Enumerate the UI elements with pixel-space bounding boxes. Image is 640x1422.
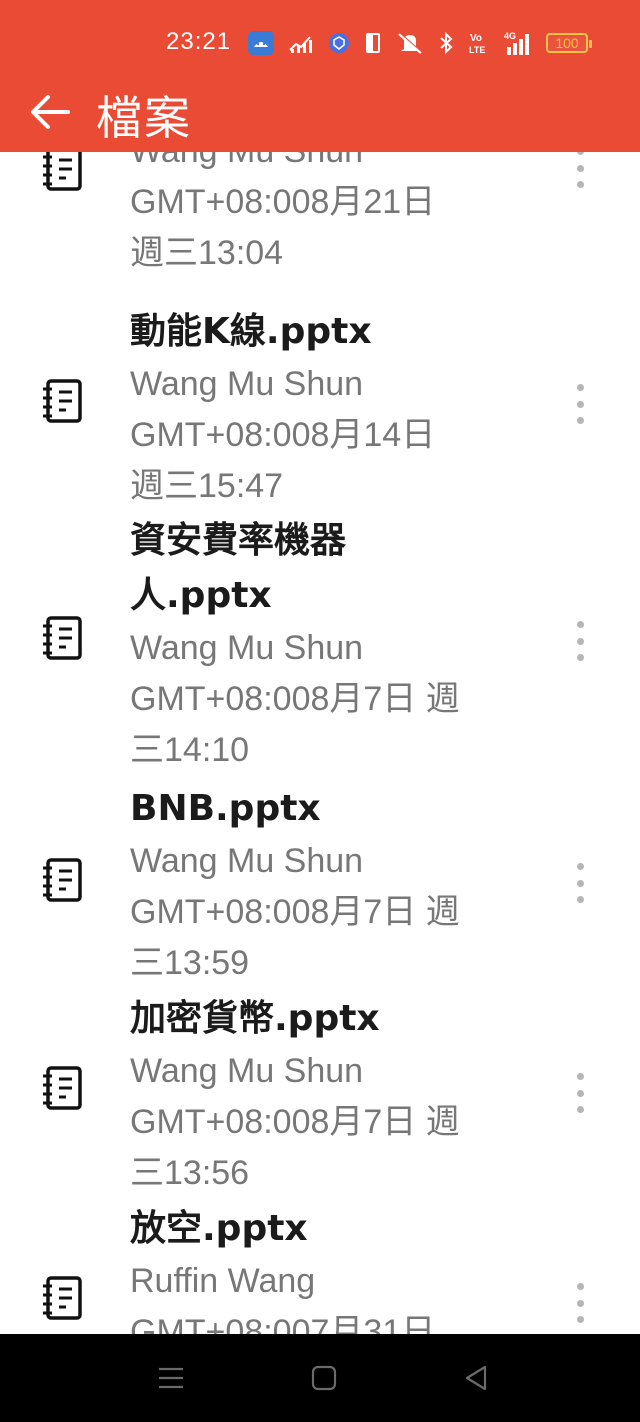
file-name: BNB.pptx xyxy=(130,788,321,829)
status-icons: Vo LTE 4G 100 xyxy=(248,28,602,58)
list-item[interactable]: 加密貨幣.pptx Wang Mu Shun GMT+08:008月7日 週 三… xyxy=(0,991,640,1197)
list-item[interactable]: BNB.pptx Wang Mu Shun GMT+08:008月7日 週 三1… xyxy=(0,781,640,987)
nav-back-button[interactable] xyxy=(456,1360,496,1396)
more-options-button[interactable] xyxy=(568,152,592,188)
4g-signal-icon: 4G xyxy=(504,29,532,57)
recents-icon xyxy=(159,1367,183,1389)
svg-text:4G: 4G xyxy=(504,31,516,41)
file-name: 放空.pptx xyxy=(130,1208,308,1249)
recents-button[interactable] xyxy=(151,1360,191,1396)
arrow-left-icon xyxy=(31,95,70,129)
document-icon xyxy=(43,616,82,660)
app-icon xyxy=(248,29,274,57)
file-modified: GMT+08:008月14日 xyxy=(130,416,436,454)
battery-level: 100 xyxy=(546,33,592,53)
file-owner: Wang Mu Shun xyxy=(130,365,364,403)
file-owner: Ruffin Wang xyxy=(130,1262,316,1300)
document-icon xyxy=(43,1066,82,1110)
file-modified: GMT+08:008月21日 xyxy=(130,183,436,221)
file-modified: 三14:10 xyxy=(130,731,250,769)
document-icon xyxy=(43,152,82,191)
file-name: 動能K線.pptx xyxy=(130,311,372,352)
file-name: 加密貨幣.pptx xyxy=(130,998,380,1039)
file-modified: 三13:56 xyxy=(130,1154,250,1192)
more-options-button[interactable] xyxy=(568,1073,592,1113)
back-icon xyxy=(465,1365,487,1391)
shield-icon xyxy=(328,29,350,57)
mute-icon xyxy=(396,29,424,57)
file-modified: GMT+08:008月7日 週 xyxy=(130,680,460,718)
list-item[interactable]: 資安費率機器 人.pptx Wang Mu Shun GMT+08:008月7日… xyxy=(0,513,640,775)
svg-text:Vo: Vo xyxy=(470,33,482,44)
list-item[interactable]: Wang Mu Shun GMT+08:008月21日 週三13:04 xyxy=(0,152,640,304)
file-owner: Wang Mu Shun xyxy=(130,842,364,880)
bluetooth-icon xyxy=(438,29,454,57)
file-list: Wang Mu Shun GMT+08:008月21日 週三13:04 動能K線… xyxy=(0,152,640,1334)
status-time: 23:21 xyxy=(166,28,232,55)
file-modified: 週三15:47 xyxy=(130,467,284,505)
file-name: 人.pptx xyxy=(130,575,272,616)
app-bar: 檔案 xyxy=(0,80,640,152)
home-icon xyxy=(311,1365,337,1391)
list-item[interactable]: 動能K線.pptx Wang Mu Shun GMT+08:008月14日 週三… xyxy=(0,304,640,510)
more-options-button[interactable] xyxy=(568,384,592,424)
document-icon xyxy=(43,379,82,423)
file-owner: Wang Mu Shun xyxy=(130,1052,364,1090)
list-item[interactable]: 放空.pptx Ruffin Wang GMT+08:007月31日 xyxy=(0,1201,640,1334)
file-owner: Wang Mu Shun xyxy=(130,152,530,177)
file-name: 資安費率機器 xyxy=(130,520,347,561)
signal-chart-icon xyxy=(288,29,314,57)
file-owner: Wang Mu Shun xyxy=(130,629,364,667)
file-modified: 週三13:04 xyxy=(130,234,284,272)
home-button[interactable] xyxy=(304,1360,344,1396)
status-bar: 23:21 Vo LTE 4G 100 xyxy=(0,0,640,80)
file-modified: GMT+08:007月31日 xyxy=(130,1313,436,1334)
sim-icon xyxy=(364,29,382,57)
volte-icon: Vo LTE xyxy=(468,29,490,57)
more-options-button[interactable] xyxy=(568,1283,592,1323)
more-options-button[interactable] xyxy=(568,621,592,661)
file-modified: GMT+08:008月7日 週 xyxy=(130,1103,460,1141)
battery-icon: 100 xyxy=(546,29,592,57)
document-icon xyxy=(43,1276,82,1320)
system-nav-bar xyxy=(0,1334,640,1422)
file-modified: GMT+08:008月7日 週 xyxy=(130,893,460,931)
page-title: 檔案 xyxy=(96,91,192,145)
file-modified: 三13:59 xyxy=(130,944,250,982)
back-button[interactable] xyxy=(24,86,76,138)
more-options-button[interactable] xyxy=(568,863,592,903)
svg-text:LTE: LTE xyxy=(469,45,485,55)
document-icon xyxy=(43,858,82,902)
